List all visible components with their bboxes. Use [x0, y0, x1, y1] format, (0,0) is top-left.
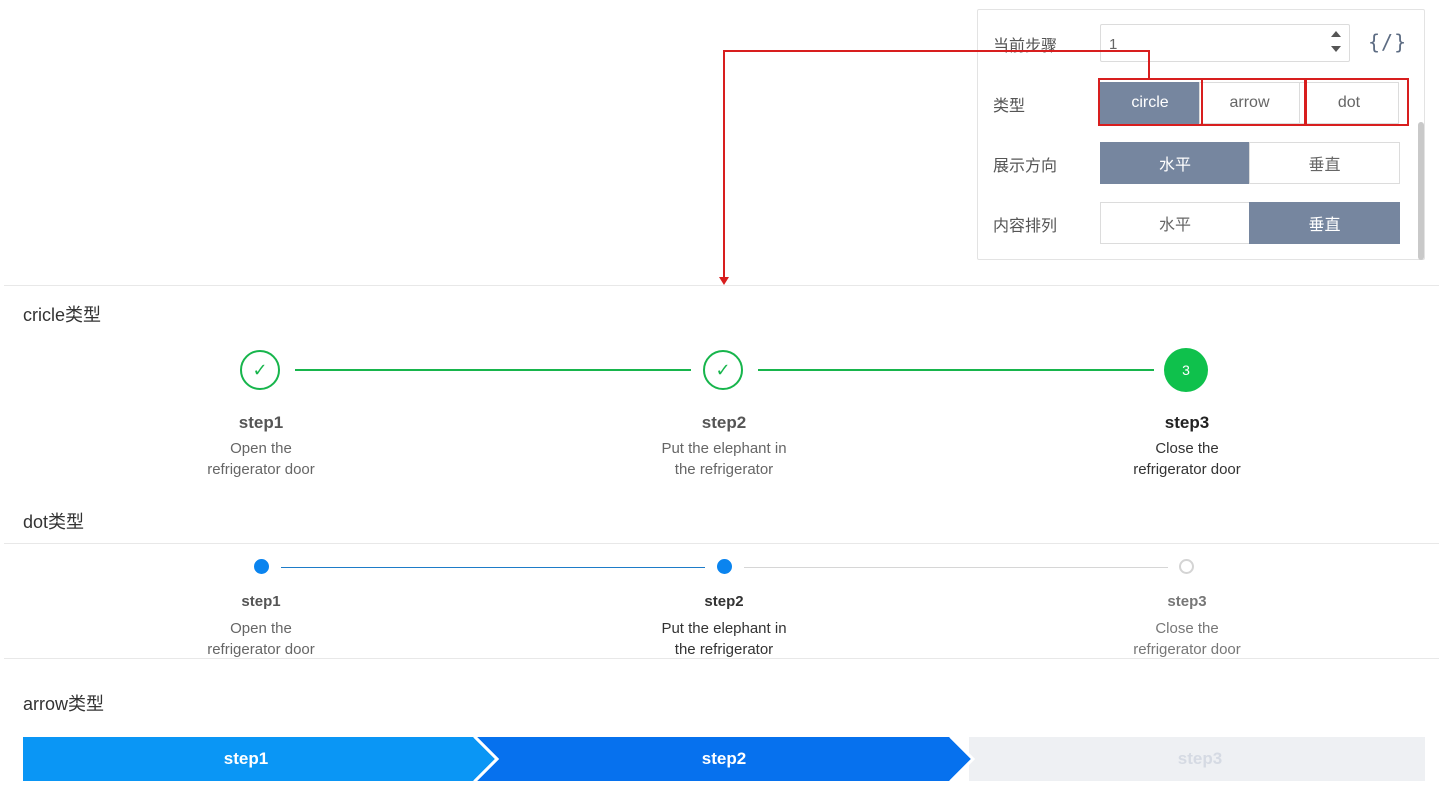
annotation-connector-down [723, 50, 725, 278]
dot-step3-desc: Close the refrigerator door [1067, 618, 1307, 660]
circle-connector-2 [758, 369, 1154, 371]
dot-step3-icon [1179, 559, 1194, 574]
content-row: 内容排列 水平 垂直 [978, 202, 1424, 244]
spin-up-icon[interactable] [1331, 31, 1341, 37]
current-step-row: 当前步骤 1 {/} [978, 22, 1424, 62]
dot-step1-desc-line2: refrigerator door [207, 641, 315, 658]
circle-step2-desc: Put the elephant in the refrigerator [604, 438, 844, 480]
current-step-label: 当前步骤 [993, 38, 1058, 55]
direction-option-vertical[interactable]: 垂直 [1249, 142, 1400, 184]
property-panel: 当前步骤 1 {/} 类型 circle arrow dot 展示方向 水平 垂… [977, 9, 1425, 260]
circle-connector-1 [295, 369, 691, 371]
direction-segment: 水平 垂直 [1100, 142, 1400, 184]
highlight-circle-option [1098, 78, 1203, 126]
number-spinner-icon[interactable] [1331, 29, 1343, 57]
direction-option-horizontal[interactable]: 水平 [1100, 142, 1250, 184]
spin-down-icon[interactable] [1331, 46, 1341, 52]
circle-step3-number-icon: 3 [1164, 348, 1208, 392]
arrow-step1-label: step1 [223, 749, 269, 768]
dot-step3-title: step3 [1167, 593, 1207, 610]
circle-step2-desc-line1: Put the elephant in [661, 440, 787, 457]
annotation-arrowhead-icon [719, 277, 729, 285]
content-label: 内容排列 [993, 218, 1058, 235]
circle-step1-check-icon: ✓ [240, 350, 280, 390]
dot-step2-desc-line1: Put the elephant in [661, 620, 787, 637]
circle-step1-desc-line2: refrigerator door [207, 461, 315, 478]
content-option-vertical[interactable]: 垂直 [1249, 202, 1400, 244]
panel-scrollbar[interactable] [1418, 122, 1424, 260]
current-step-input[interactable]: 1 [1100, 24, 1350, 62]
dot-step3-desc-line2: refrigerator door [1133, 641, 1241, 658]
dot-step2-title: step2 [704, 593, 744, 610]
dot-section-bottom-divider [4, 658, 1439, 659]
annotation-connector-vertical [1148, 51, 1150, 79]
dot-connector-1 [281, 567, 705, 568]
dot-section-top-divider [4, 543, 1439, 544]
dot-connector-2 [744, 567, 1168, 568]
circle-step2-title: step2 [701, 413, 747, 432]
circle-step1-desc-line1: Open the [230, 440, 292, 457]
circle-step2-desc-line2: the refrigerator [674, 461, 774, 478]
arrow-section-title: arrow类型 [23, 694, 105, 714]
highlight-dot-option [1304, 78, 1409, 126]
dot-step2-desc: Put the elephant in the refrigerator [604, 618, 844, 660]
circle-step3-desc-line1: Close the [1155, 440, 1219, 457]
dot-step1-title: step1 [241, 593, 281, 610]
steps-demo-area: cricle类型 ✓ ✓ 3 step1 Open the refrigerat… [4, 285, 1439, 804]
type-label: 类型 [993, 98, 1026, 115]
dot-section-title: dot类型 [23, 512, 85, 532]
direction-row: 展示方向 水平 垂直 [978, 142, 1424, 184]
circle-step1-desc: Open the refrigerator door [141, 438, 381, 480]
dot-step1-icon [254, 559, 269, 574]
highlight-arrow-option [1201, 78, 1307, 126]
direction-label: 展示方向 [993, 158, 1058, 175]
dot-step1-desc-line1: Open the [230, 620, 292, 637]
content-option-horizontal[interactable]: 水平 [1100, 202, 1250, 244]
circle-step3-title: step3 [1164, 413, 1210, 432]
circle-step3-desc: Close the refrigerator door [1067, 438, 1307, 480]
content-segment: 水平 垂直 [1100, 202, 1400, 244]
circle-step1-title: step1 [238, 413, 284, 432]
dot-step3-desc-line1: Close the [1155, 620, 1219, 637]
dot-step2-desc-line2: the refrigerator [674, 641, 774, 658]
circle-step3-desc-line2: refrigerator door [1133, 461, 1241, 478]
code-toggle-icon[interactable]: {/} [1368, 30, 1407, 54]
arrow-step3-label: step3 [1177, 749, 1223, 768]
circle-section-title: cricle类型 [23, 305, 102, 325]
arrow-step2-label: step2 [701, 749, 747, 768]
circle-step2-check-icon: ✓ [703, 350, 743, 390]
annotation-connector-horizontal [723, 50, 1150, 52]
arrow-steps-bar: step1 step2 step3 [23, 737, 1425, 781]
dot-step2-icon [717, 559, 732, 574]
dot-step1-desc: Open the refrigerator door [141, 618, 381, 660]
